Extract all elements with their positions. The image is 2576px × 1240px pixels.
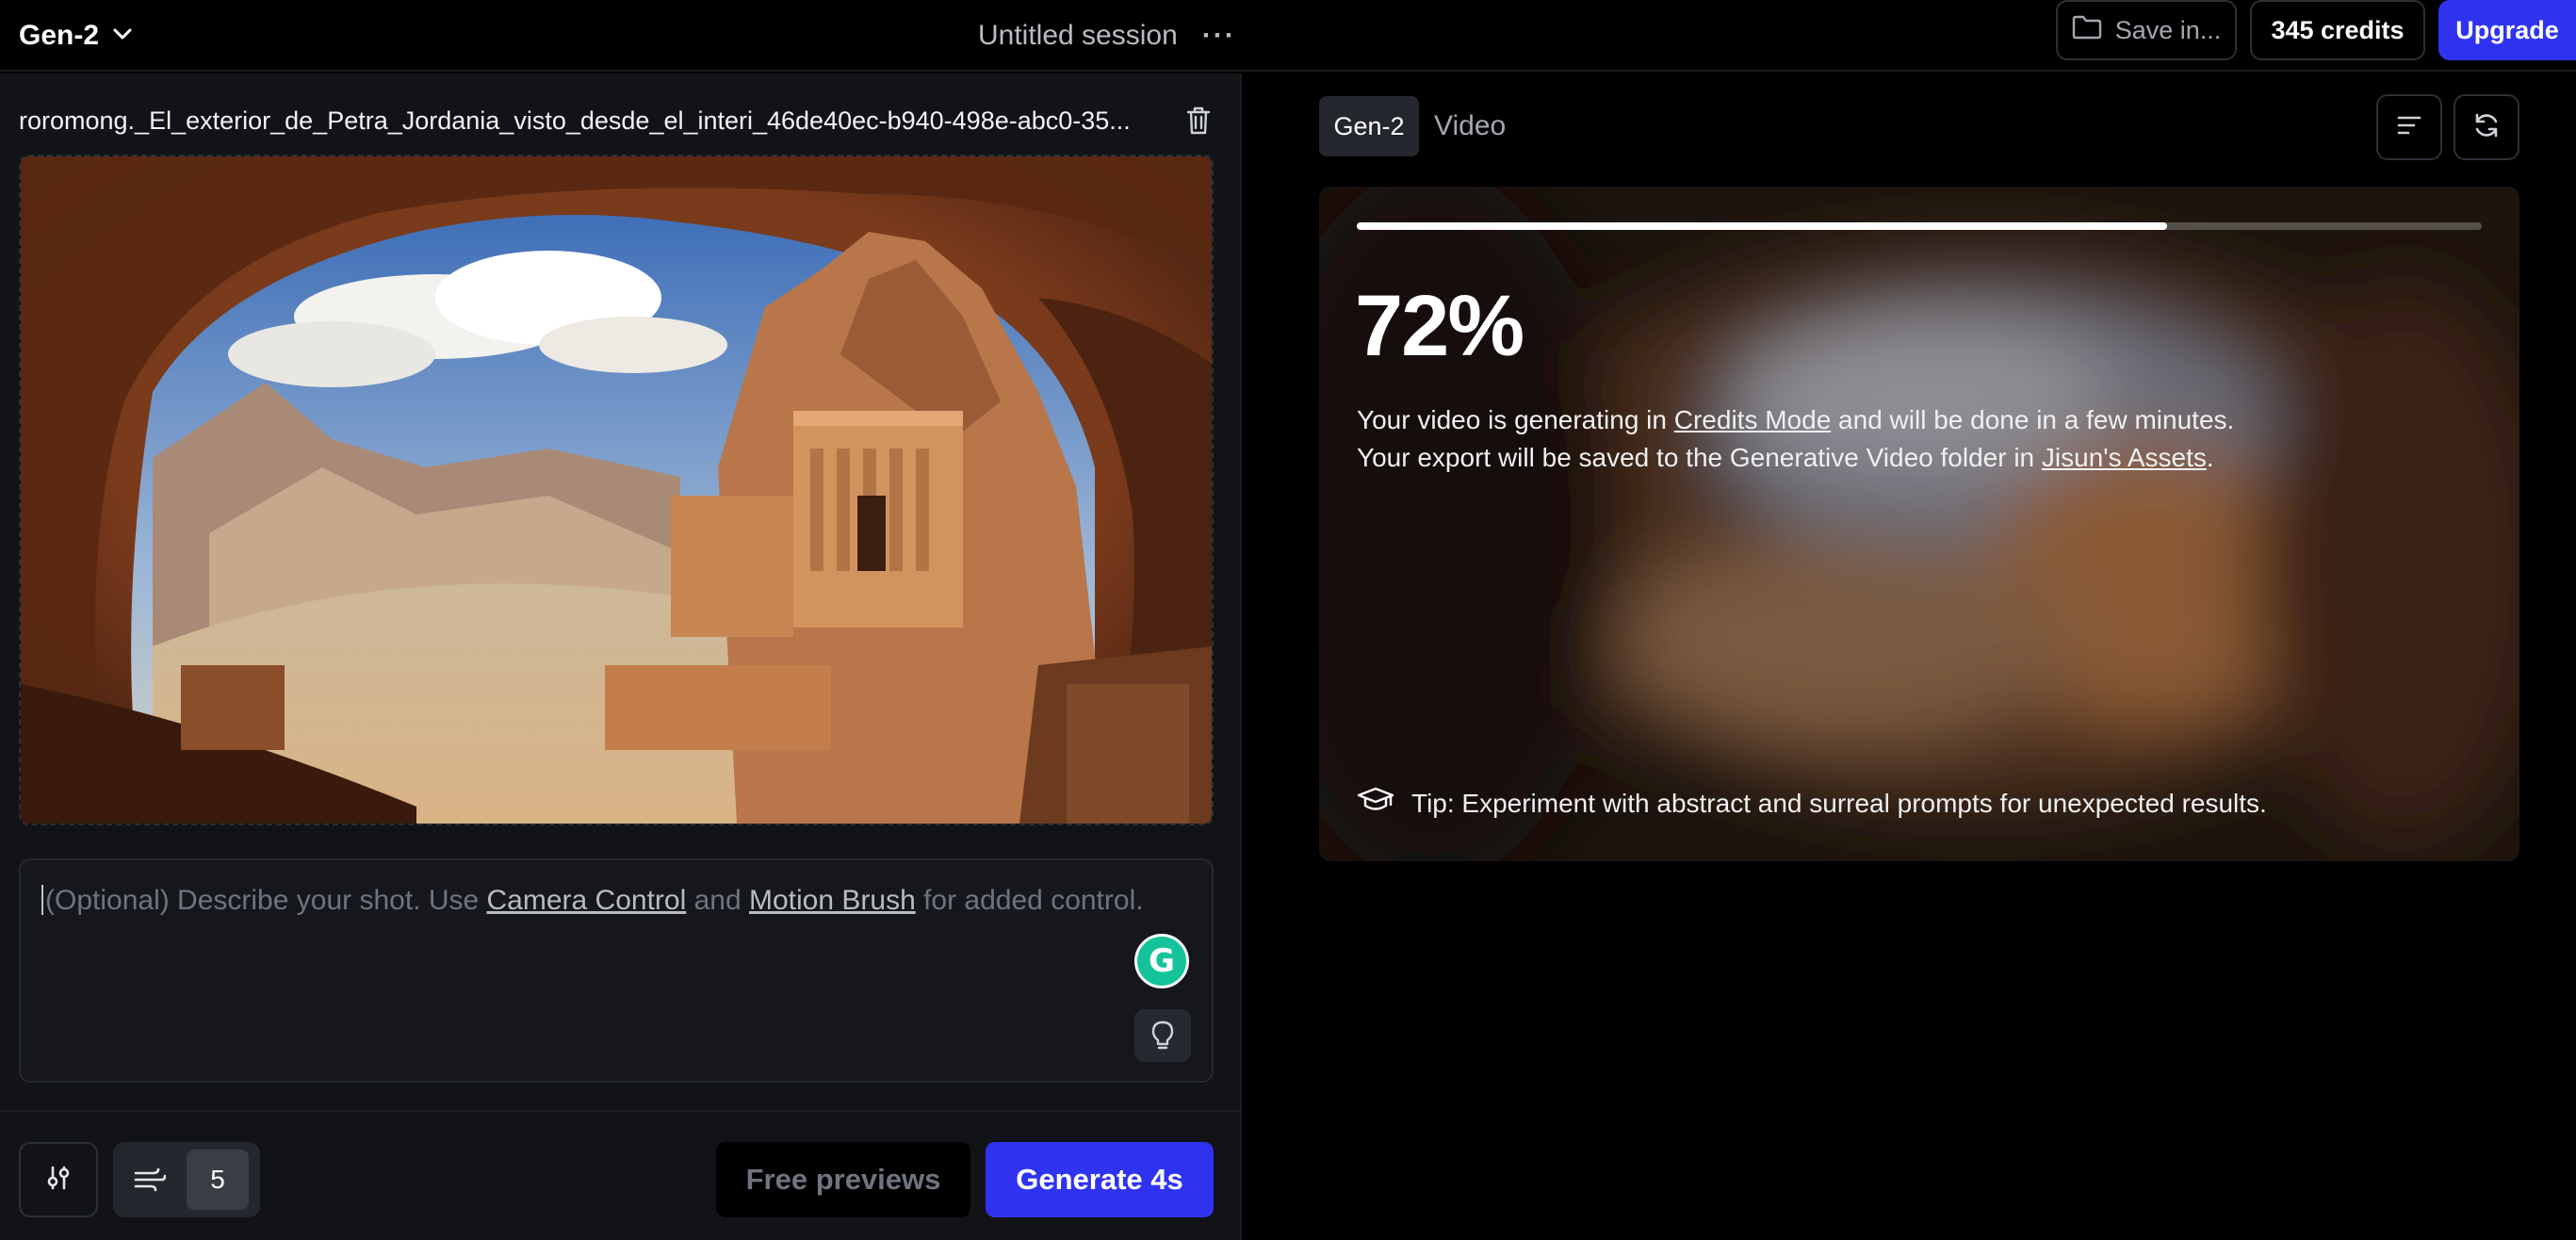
session-header: Untitled session ···: [978, 13, 1236, 58]
grammarly-icon[interactable]: G: [1134, 934, 1189, 988]
list-view-button[interactable]: [2376, 94, 2442, 160]
lightbulb-icon[interactable]: [1134, 1009, 1191, 1062]
graduation-cap-icon: [1357, 786, 1394, 821]
image-filename: roromong._El_exterior_de_Petra_Jordania_…: [19, 106, 1131, 135]
generation-message: Your video is generating in Credits Mode…: [1357, 401, 2234, 477]
motion-wind-icon: [113, 1142, 187, 1217]
assets-link[interactable]: Jisun's Assets: [2042, 443, 2207, 472]
progress-bar: [1357, 222, 2482, 230]
chevron-down-icon: [112, 27, 133, 45]
prompt-textarea[interactable]: (Optional) Describe your shot. Use Camer…: [19, 858, 1214, 1083]
session-title[interactable]: Untitled session: [978, 20, 1178, 52]
settings-sliders-icon: [44, 1164, 73, 1197]
upgrade-button[interactable]: Upgrade: [2438, 0, 2576, 60]
line2-start: Your export will be saved to the Generat…: [1357, 443, 2042, 472]
motion-brush-link[interactable]: Motion Brush: [749, 885, 916, 916]
tab-model[interactable]: Gen-2: [1319, 96, 1419, 156]
prompt-placeholder-end: for added control.: [915, 885, 1144, 916]
progress-percent: 72%: [1355, 278, 1524, 374]
generation-line-1: Your video is generating in Credits Mode…: [1357, 401, 2234, 439]
line1-start: Your video is generating in: [1357, 405, 1674, 434]
line2-end: .: [2206, 443, 2214, 472]
tab-video[interactable]: Video: [1434, 96, 1506, 156]
trash-icon[interactable]: [1182, 104, 1215, 138]
prompt-placeholder-start: (Optional) Describe your shot. Use: [45, 885, 487, 916]
image-filename-row: roromong._El_exterior_de_Petra_Jordania_…: [19, 100, 1215, 141]
line1-end: and will be done in a few minutes.: [1831, 405, 2235, 434]
panel-divider: [0, 1110, 1242, 1112]
folder-icon: [2072, 15, 2102, 46]
model-selector[interactable]: Gen-2: [19, 13, 133, 58]
prompt-joiner: and: [686, 885, 749, 916]
motion-value[interactable]: 5: [187, 1150, 249, 1210]
generation-line-2: Your export will be saved to the Generat…: [1357, 439, 2234, 477]
more-options-icon[interactable]: ···: [1202, 20, 1236, 52]
motion-control[interactable]: 5: [113, 1142, 260, 1217]
credits-mode-link[interactable]: Credits Mode: [1674, 405, 1832, 434]
prompt-placeholder[interactable]: (Optional) Describe your shot. Use Camer…: [41, 885, 1144, 917]
tip-text: Tip: Experiment with abstract and surrea…: [1411, 788, 2267, 818]
tip: Tip: Experiment with abstract and surrea…: [1357, 786, 2267, 821]
free-previews-button[interactable]: Free previews: [716, 1142, 970, 1217]
generation-card: 72% Your video is generating in Credits …: [1319, 187, 2519, 861]
model-label: Gen-2: [19, 20, 100, 51]
settings-sliders-button[interactable]: [19, 1142, 98, 1217]
input-panel: roromong._El_exterior_de_Petra_Jordania_…: [0, 73, 1242, 1240]
progress-bar-fill: [1357, 222, 2167, 230]
text-caret: [41, 885, 43, 915]
refresh-icon: [2472, 111, 2501, 144]
top-bar: Gen-2 Untitled session ··· Save in... 34…: [0, 0, 2576, 72]
refresh-button[interactable]: [2454, 94, 2519, 160]
save-in-button[interactable]: Save in...: [2056, 0, 2237, 60]
list-icon: [2396, 114, 2422, 141]
save-in-label: Save in...: [2114, 15, 2222, 44]
uploaded-image[interactable]: [19, 155, 1214, 825]
output-panel: Gen-2 Video 72% Your video is generating…: [1244, 73, 2576, 1240]
camera-control-link[interactable]: Camera Control: [487, 885, 687, 916]
generate-button[interactable]: Generate 4s: [986, 1142, 1214, 1217]
credits-button[interactable]: 345 credits: [2250, 0, 2425, 60]
